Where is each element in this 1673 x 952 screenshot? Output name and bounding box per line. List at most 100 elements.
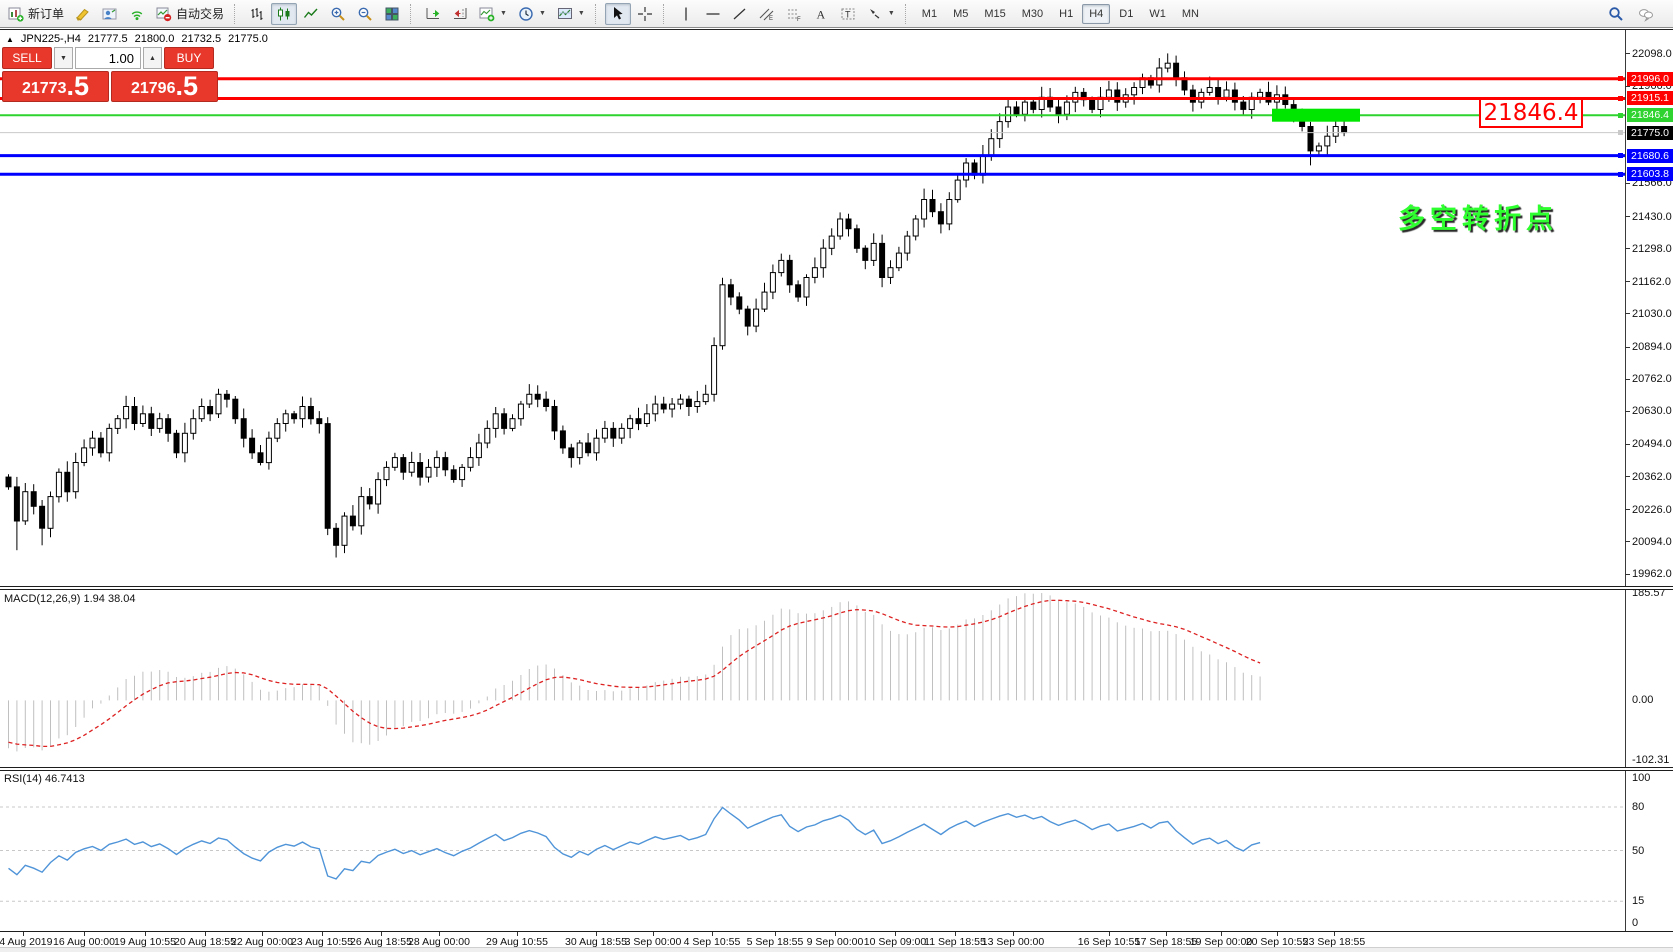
candle (182, 423, 187, 463)
buy-button[interactable]: BUY (164, 47, 214, 69)
collapse-arrow-icon[interactable]: ▲ (6, 35, 14, 44)
candle (14, 477, 19, 550)
candle (266, 432, 271, 470)
time-axis: 14 Aug 201916 Aug 00:0019 Aug 10:5520 Au… (0, 931, 1673, 948)
candle (796, 280, 801, 301)
equidistant-channel-icon: E (759, 6, 775, 22)
text-label-icon: T (840, 6, 856, 22)
candle (871, 233, 876, 266)
indicators-icon (479, 6, 495, 22)
tile-windows-button[interactable] (379, 3, 405, 25)
candle (686, 396, 691, 416)
shift-chart-button[interactable] (447, 3, 473, 25)
panel-splitter[interactable] (0, 586, 1673, 590)
chat-icon[interactable] (1638, 6, 1654, 22)
trendline-tool-button[interactable] (727, 3, 753, 25)
line-chart-button[interactable] (298, 3, 324, 25)
macd-panel-chart[interactable] (0, 591, 1625, 767)
candle (594, 429, 599, 460)
macd-signal-line (9, 600, 1261, 746)
candle (653, 396, 658, 422)
text-tool-button[interactable]: A (808, 3, 834, 25)
candle (922, 189, 927, 228)
candle (754, 299, 759, 333)
sell-price-button[interactable]: 21773 .5 (2, 71, 109, 102)
candle (90, 431, 95, 456)
symbol-title: JPN225-,H4 (21, 33, 81, 45)
channel-tool-button[interactable]: E (754, 3, 780, 25)
timeframe-button-d1[interactable]: D1 (1112, 4, 1140, 24)
rsi-value: 46.7413 (45, 773, 85, 785)
candle (476, 434, 481, 466)
buy-price-button[interactable]: 21796 .5 (111, 71, 218, 102)
price-callout-label[interactable]: 21846.4 (1479, 98, 1583, 128)
templates-button[interactable]: ▼ (552, 3, 590, 25)
price-axis-tick-label: 20226.0 (1632, 504, 1672, 516)
chart-area[interactable]: 22098.021966.021566.021430.021298.021162… (0, 29, 1673, 952)
new-order-button[interactable]: 新订单 (3, 3, 69, 25)
cursor-button[interactable] (605, 3, 631, 25)
signals-icon (129, 6, 145, 22)
label-tool-button[interactable]: T (835, 3, 861, 25)
bar-chart-button[interactable] (244, 3, 270, 25)
quotes-button[interactable] (70, 3, 96, 25)
autoscroll-button[interactable] (420, 3, 446, 25)
line-chart-icon (303, 6, 319, 22)
price-axis-line (1625, 30, 1626, 931)
periods-button[interactable]: ▼ (513, 3, 551, 25)
signals-button[interactable] (124, 3, 150, 25)
candle (300, 397, 305, 428)
candle (888, 260, 893, 284)
volume-input[interactable]: 1.00 (75, 47, 141, 69)
horizontal-line-tool-button[interactable] (700, 3, 726, 25)
rsi-axis-label: 15 (1632, 895, 1644, 907)
candle (401, 454, 406, 480)
toolbar-separator (234, 4, 239, 24)
candle (434, 451, 439, 477)
timeframe-button-h4[interactable]: H4 (1082, 4, 1110, 24)
crosshair-button[interactable] (632, 3, 658, 25)
candle (367, 488, 372, 509)
search-icon[interactable] (1608, 6, 1624, 22)
svg-text:E: E (769, 16, 773, 22)
rsi-axis-label: 0 (1632, 917, 1638, 929)
timeframe-button-h1[interactable]: H1 (1052, 4, 1080, 24)
timeframe-button-m5[interactable]: M5 (946, 4, 975, 24)
candle (460, 464, 465, 487)
candle (1165, 53, 1170, 72)
timeframe-button-mn[interactable]: MN (1175, 4, 1206, 24)
autotrading-button[interactable]: 自动交易 (151, 3, 229, 25)
fibonacci-tool-button[interactable]: F (781, 3, 807, 25)
turning-point-annotation[interactable]: 多空转折点 (1398, 197, 1558, 236)
candle-chart-button[interactable] (271, 3, 297, 25)
rsi-panel-chart[interactable] (0, 771, 1625, 931)
arrows-tool-button[interactable]: ▼ (862, 3, 900, 25)
rsi-axis-label: 50 (1632, 845, 1644, 857)
candle (661, 397, 666, 414)
candle (308, 398, 313, 425)
candle (644, 404, 649, 427)
timeframe-button-m1[interactable]: M1 (915, 4, 944, 24)
timeframe-button-m15[interactable]: M15 (977, 4, 1012, 24)
candle (846, 214, 851, 237)
candle (23, 483, 28, 525)
price-axis-tick-label: 21162.0 (1632, 276, 1671, 288)
highlight-zone[interactable] (1272, 109, 1360, 122)
volume-decrease-button[interactable]: ▼ (54, 47, 73, 69)
panel-splitter[interactable] (0, 767, 1673, 771)
volume-increase-button[interactable]: ▲ (143, 47, 162, 69)
candle (250, 429, 255, 459)
one-click-top-row: SELL ▼ 1.00 ▲ BUY (2, 47, 218, 69)
timeframe-button-m30[interactable]: M30 (1015, 4, 1050, 24)
zoom-out-button[interactable] (352, 3, 378, 25)
profile-button[interactable] (97, 3, 123, 25)
indicators-button[interactable]: ▼ (474, 3, 512, 25)
price-chart[interactable] (0, 30, 1625, 586)
zoom-out-icon (357, 6, 373, 22)
zoom-in-button[interactable] (325, 3, 351, 25)
sell-button[interactable]: SELL (2, 47, 52, 69)
vertical-line-tool-button[interactable] (673, 3, 699, 25)
macd-name: MACD(12,26,9) (4, 593, 80, 605)
timeframe-button-w1[interactable]: W1 (1142, 4, 1173, 24)
candle (1132, 82, 1137, 104)
